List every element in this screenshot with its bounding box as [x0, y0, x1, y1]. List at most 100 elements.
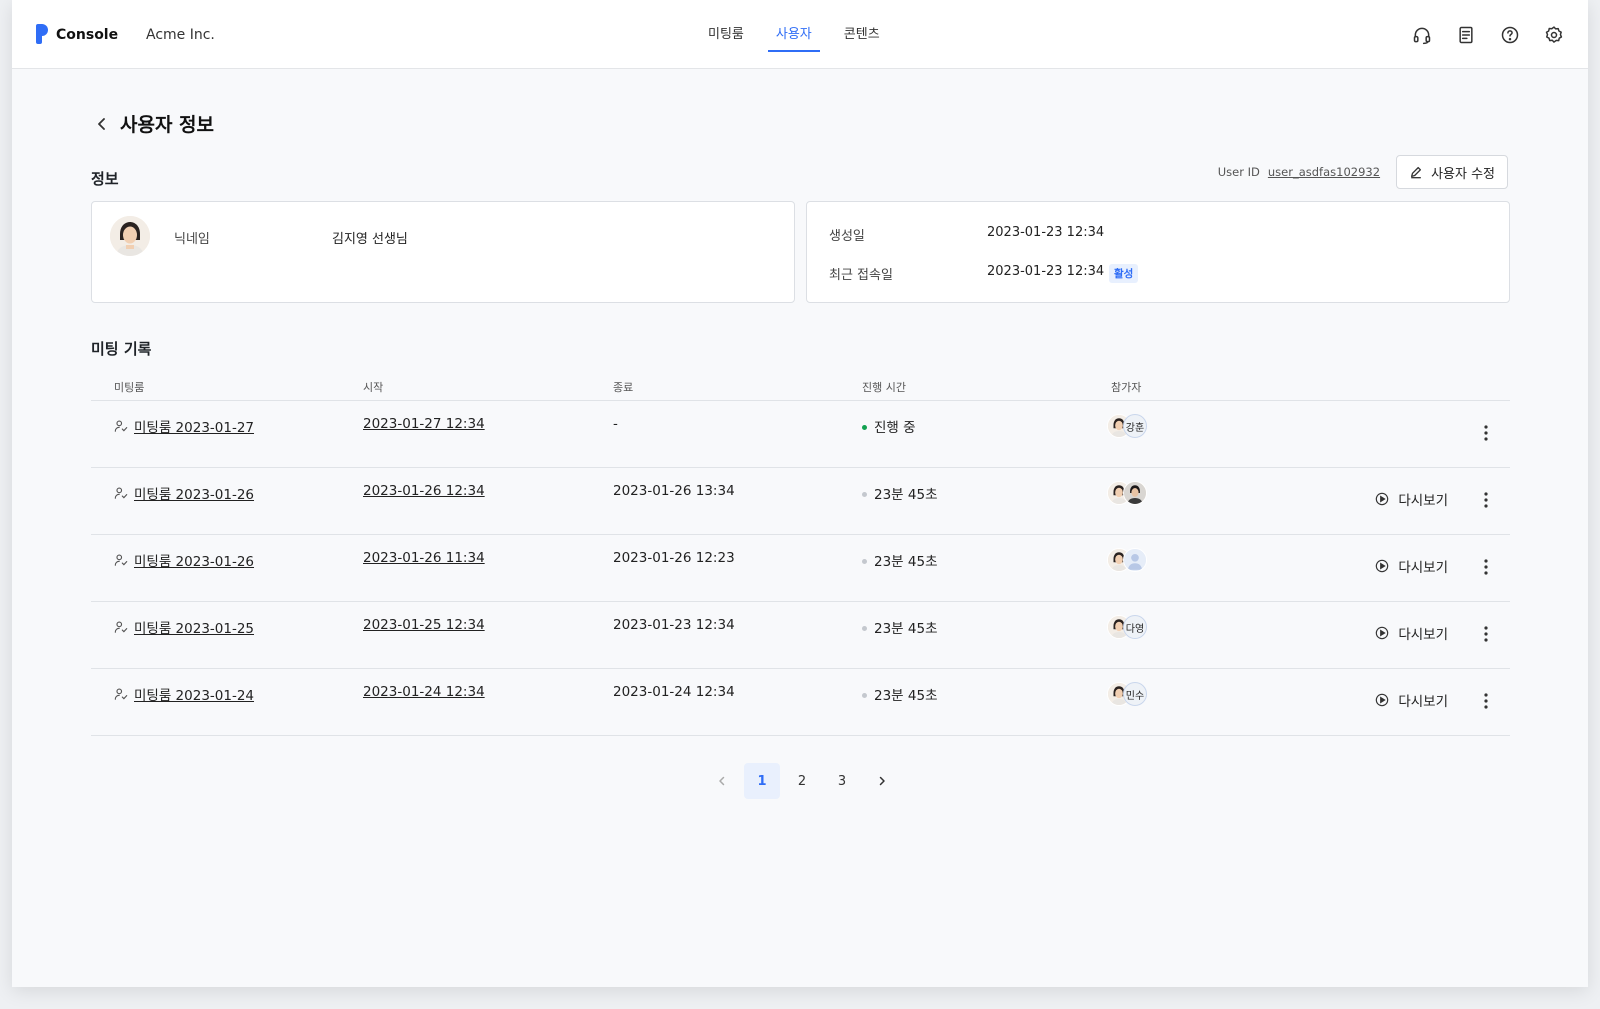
room-link[interactable]: 미팅룸 2023-01-25	[134, 617, 254, 637]
column-header-room: 미팅룸	[114, 381, 145, 394]
duration-value: 진행 중	[874, 420, 916, 436]
info-section-title: 정보	[91, 170, 119, 188]
user-id-value[interactable]: user_asdfas102932	[1268, 165, 1380, 179]
user-id-label: User ID	[1217, 165, 1260, 179]
brand[interactable]: Console	[34, 24, 118, 46]
meetings-section-title: 미팅 기록	[91, 340, 152, 358]
table-row: 미팅룸 2023-01-27 2023-01-27 12:34 - 진행 중 강…	[91, 401, 1510, 468]
avatar	[1123, 481, 1147, 505]
room-cell: 미팅룸 2023-01-26	[114, 550, 254, 570]
play-circle-icon	[1376, 559, 1389, 573]
app-window: Console Acme Inc. 미팅룸 사용자 콘텐츠 사용자 정보 정보 …	[12, 0, 1588, 987]
room-link[interactable]: 미팅룸 2023-01-27	[134, 416, 254, 436]
page-button-2[interactable]: 2	[784, 763, 820, 799]
participants: 강훈	[1107, 414, 1147, 438]
end-time: 2023-01-26 13:34	[613, 483, 735, 499]
play-circle-icon	[1376, 693, 1389, 707]
participant-name-avatar: 강훈	[1123, 414, 1147, 438]
document-icon[interactable]	[1454, 23, 1478, 47]
start-link[interactable]: 2023-01-26 11:34	[363, 550, 485, 566]
participant-name-avatar: 다영	[1123, 615, 1147, 639]
tab-users[interactable]: 사용자	[760, 0, 828, 69]
edit-user-button[interactable]: 사용자 수정	[1396, 155, 1508, 189]
replay-button[interactable]: 다시보기	[1375, 623, 1448, 643]
tab-contents[interactable]: 콘텐츠	[828, 0, 896, 69]
brand-logo-icon	[34, 24, 48, 46]
duration-value: 23분 45초	[874, 688, 938, 704]
duration: 23분 45초	[862, 684, 938, 704]
start-link[interactable]: 2023-01-26 12:34	[363, 483, 485, 499]
play-circle-icon	[1376, 626, 1389, 640]
duration: 진행 중	[862, 416, 916, 436]
replay-label: 다시보기	[1398, 493, 1448, 509]
user-check-icon	[114, 420, 128, 432]
participants: 민수	[1107, 682, 1147, 706]
start-link[interactable]: 2023-01-25 12:34	[363, 617, 485, 633]
end-time: 2023-01-23 12:34	[613, 617, 735, 633]
help-icon[interactable]	[1498, 23, 1522, 47]
participants	[1107, 548, 1147, 572]
tab-meeting-rooms[interactable]: 미팅룸	[692, 0, 760, 69]
page-button-3[interactable]: 3	[824, 763, 860, 799]
start-link[interactable]: 2023-01-27 12:34	[363, 416, 485, 432]
created-value: 2023-01-23 12:34	[987, 225, 1105, 240]
participants	[1107, 481, 1147, 505]
status-badge: 활성	[1109, 264, 1139, 283]
room-link[interactable]: 미팅룸 2023-01-26	[134, 483, 254, 503]
last-login-label: 최근 접속일	[829, 268, 893, 283]
play-circle-icon	[1376, 492, 1389, 506]
more-menu-button[interactable]	[1478, 622, 1494, 646]
status-dot	[862, 692, 867, 698]
page-button-1[interactable]: 1	[744, 763, 780, 799]
nickname-value: 김지영 선생님	[332, 232, 408, 247]
duration: 23분 45초	[862, 617, 938, 637]
room-link[interactable]: 미팅룸 2023-01-26	[134, 550, 254, 570]
headset-icon[interactable]	[1410, 23, 1434, 47]
participant-name-avatar: 민수	[1123, 682, 1147, 706]
live-status-dot	[862, 424, 867, 430]
next-page-button[interactable]	[864, 763, 900, 799]
duration-value: 23분 45초	[874, 554, 938, 570]
user-check-icon	[114, 487, 128, 499]
prev-page-button[interactable]	[704, 763, 740, 799]
settings-icon[interactable]	[1542, 23, 1566, 47]
room-cell: 미팅룸 2023-01-27	[114, 416, 254, 436]
duration: 23분 45초	[862, 550, 938, 570]
default-avatar-icon	[1123, 548, 1147, 572]
more-vertical-icon	[1484, 425, 1488, 441]
user-check-icon	[114, 688, 128, 700]
duration-value: 23분 45초	[874, 487, 938, 503]
back-button[interactable]	[94, 114, 110, 134]
table-row: 미팅룸 2023-01-25 2023-01-25 12:34 2023-01-…	[91, 602, 1510, 669]
more-menu-button[interactable]	[1478, 488, 1494, 512]
end-time: -	[613, 416, 618, 432]
replay-label: 다시보기	[1398, 560, 1448, 576]
replay-button[interactable]: 다시보기	[1375, 489, 1448, 509]
avatar	[110, 216, 150, 256]
room-cell: 미팅룸 2023-01-26	[114, 483, 254, 503]
org-name[interactable]: Acme Inc.	[146, 27, 215, 43]
room-link[interactable]: 미팅룸 2023-01-24	[134, 684, 254, 704]
start-link[interactable]: 2023-01-24 12:34	[363, 684, 485, 700]
more-menu-button[interactable]	[1478, 689, 1494, 713]
duration: 23분 45초	[862, 483, 938, 503]
more-menu-button[interactable]	[1478, 555, 1494, 579]
replay-button[interactable]: 다시보기	[1375, 690, 1448, 710]
room-cell: 미팅룸 2023-01-24	[114, 684, 254, 704]
more-vertical-icon	[1484, 693, 1488, 709]
user-check-icon	[114, 621, 128, 633]
more-menu-button[interactable]	[1478, 421, 1494, 445]
chevron-left-icon	[719, 776, 725, 786]
more-vertical-icon	[1484, 559, 1488, 575]
column-header-duration: 진행 시간	[862, 381, 906, 394]
status-dot	[862, 625, 867, 631]
replay-button[interactable]: 다시보기	[1375, 556, 1448, 576]
top-icons	[1410, 23, 1566, 47]
replay-label: 다시보기	[1398, 627, 1448, 643]
chevron-right-icon	[879, 776, 885, 786]
column-header-start: 시작	[363, 381, 384, 394]
status-dot	[862, 558, 867, 564]
profile-card: 닉네임 김지영 선생님	[91, 201, 795, 303]
nickname-label: 닉네임	[174, 232, 210, 247]
main-nav: 미팅룸 사용자 콘텐츠	[692, 0, 896, 69]
